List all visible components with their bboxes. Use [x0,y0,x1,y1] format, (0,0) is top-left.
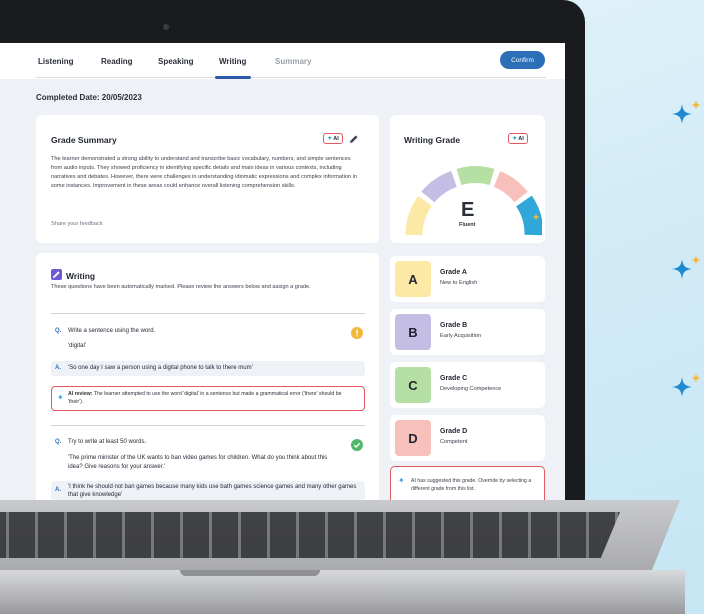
tab-reading[interactable]: Reading [101,57,133,66]
screen: Listening Reading Speaking Writing Summa… [0,43,565,500]
grade-option-c[interactable]: C Grade C Developing Competence [390,362,545,408]
ai-label: AI [518,135,524,142]
laptop-base [0,500,700,614]
laptop-front-edge [0,570,685,614]
ai-button[interactable]: ✦ AI [508,133,528,144]
grade-name: Grade D [440,428,468,435]
grade-letter-box: D [395,420,431,456]
share-feedback-link[interactable]: Share your feedback [51,221,103,227]
tab-listening[interactable]: Listening [38,57,74,66]
sparkle-icon: ✦ [398,476,405,485]
keyboard [0,512,620,558]
writing-title: Writing [66,271,96,281]
grade-letter: E [461,199,475,221]
writing-grade-title: Writing Grade [404,135,461,145]
grade-letter-box: C [395,367,431,403]
answer-label: A. [55,487,61,493]
grade-desc: Competent [440,439,468,445]
grade-summary-text: The learner demonstrated a strong abilit… [51,156,357,189]
laptop-lip [180,570,320,576]
sparkle-icon [672,100,701,124]
writing-intro: These questions have been automatically … [51,284,311,290]
tab-summary[interactable]: Summary [275,57,311,66]
question-prompt: 'The prime minister of the UK wants to b… [68,455,328,470]
grade-word: Fluent [459,222,476,228]
pencil-icon[interactable] [349,134,359,144]
check-icon [351,439,363,451]
ai-review-label: AI review: [68,391,93,397]
question-word: 'digital' [68,343,86,349]
grade-option-a[interactable]: A Grade A New to English [390,256,545,302]
camera [163,24,169,30]
grade-desc: Early Acquisition [440,333,482,339]
grade-letter-box: A [395,261,431,297]
sparkle-icon: ✦ [327,136,333,142]
ai-suggestion-note: ✦ AI has suggested this grade. Override … [390,466,545,500]
sparkle-icon: ✦ [512,136,518,142]
completed-date: Completed Date: 20/05/2023 [36,93,142,102]
grade-name: Grade B [440,322,468,329]
grade-name: Grade C [440,375,468,382]
tab-speaking[interactable]: Speaking [158,57,194,66]
divider [51,313,365,314]
confirm-button[interactable]: Confirm [500,51,545,69]
answer-text: 'So one day I saw a person using a digit… [68,365,253,371]
question-label: Q. [55,328,62,334]
tab-bar: Listening Reading Speaking Writing Summa… [0,43,565,79]
grade-desc: Developing Competence [440,386,502,392]
warning-icon [351,327,363,339]
grade-name: Grade A [440,269,467,276]
ai-review-box: ✦ AI review: The learner attempted to us… [51,386,365,411]
grade-option-d[interactable]: D Grade D Competent [390,415,545,461]
grade-option-b[interactable]: B Grade B Early Acquisition [390,309,545,355]
grade-letter-box: B [395,314,431,350]
answer-label: A. [55,365,61,371]
ai-review-text: AI review: The learner attempted to use … [68,391,358,406]
writing-grade-card: Writing Grade ✦ AI E Fluent [390,115,545,243]
question-text: Try to write at least 50 words. [68,439,147,445]
question-label: Q. [55,439,62,445]
pen-icon [51,269,62,280]
ai-button[interactable]: ✦ AI [323,133,343,144]
sparkle-icon [672,373,701,397]
divider [51,425,365,426]
ai-review-body: The learner attempted to use the word 'd… [68,391,342,405]
grade-summary-title: Grade Summary [51,135,117,145]
grade-summary-card: Grade Summary ✦ AI The learner demonstrat… [36,115,379,243]
sparkle-icon: ✦ [57,393,64,402]
active-tab-indicator [215,76,251,79]
tab-writing[interactable]: Writing [219,57,246,66]
answer-bar: A. 'I think he should not ban games beca… [51,481,365,500]
ai-label: AI [333,135,339,142]
question-text: Write a sentence using the word. [68,328,156,334]
sparkle-icon [672,255,701,279]
answer-text: 'I think he should not ban games because… [68,484,357,498]
ai-suggestion-text: AI has suggested this grade. Override by… [411,478,532,492]
answer-bar: A. 'So one day I saw a person using a di… [51,361,365,376]
tab-divider [36,77,546,78]
grade-desc: New to English [440,280,478,286]
